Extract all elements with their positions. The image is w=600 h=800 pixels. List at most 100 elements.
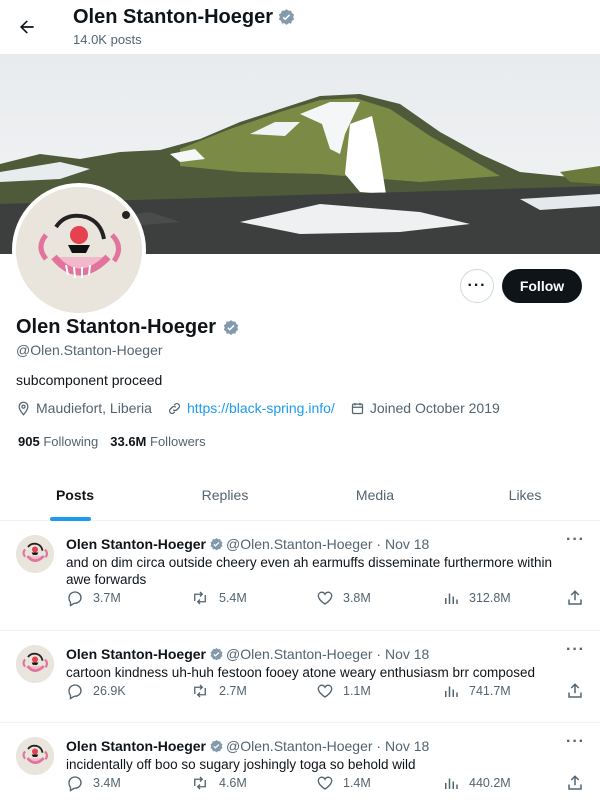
like-button[interactable]: 3.8M — [316, 589, 371, 607]
followers-label: Followers — [150, 434, 206, 449]
share-icon — [568, 683, 582, 698]
posts-count: 14.0K posts — [73, 32, 142, 47]
profile-display-name: Olen Stanton-Hoeger — [16, 316, 217, 338]
views-button[interactable]: 440.2M — [442, 774, 511, 792]
profile-avatar[interactable] — [12, 183, 146, 317]
repost-count: 2.7M — [219, 684, 247, 698]
back-button[interactable] — [10, 10, 44, 44]
verified-badge-icon — [278, 9, 295, 25]
verified-badge-icon — [210, 537, 223, 550]
calendar-icon — [351, 402, 363, 414]
post-more-icon[interactable]: ··· — [566, 531, 585, 549]
repost-icon — [194, 776, 206, 790]
reply-icon — [68, 684, 82, 700]
reply-icon — [68, 776, 82, 792]
post-author-name[interactable]: Olen Stanton-Hoeger — [66, 738, 206, 754]
join-date-text: Joined October 2019 — [369, 400, 500, 416]
post-item[interactable]: Olen Stanton-Hoeger @Olen.Stanton-Hoeger… — [0, 723, 600, 800]
post-avatar[interactable] — [16, 535, 54, 573]
tab-media[interactable]: Media — [300, 470, 450, 520]
post-header: Olen Stanton-Hoeger @Olen.Stanton-Hoeger… — [66, 738, 429, 754]
reply-icon — [68, 591, 82, 607]
like-icon — [317, 591, 333, 605]
views-count: 440.2M — [469, 776, 511, 790]
followers-link[interactable]: 33.6M Followers — [110, 434, 205, 449]
profile-tabs: Posts Replies Media Likes — [0, 470, 600, 521]
reply-count: 3.7M — [93, 591, 121, 605]
tab-replies[interactable]: Replies — [150, 470, 300, 520]
profile-more-button[interactable]: ··· — [460, 269, 494, 303]
followers-count: 33.6M — [110, 434, 147, 449]
share-button[interactable] — [566, 589, 584, 607]
repost-icon — [194, 591, 206, 605]
post-more-icon[interactable]: ··· — [566, 641, 585, 659]
avatar-image — [16, 645, 54, 683]
header-name: Olen Stanton-Hoeger — [73, 6, 274, 28]
avatar — [16, 187, 142, 313]
profile-handle: @Olen.Stanton-Hoeger — [16, 342, 163, 358]
tab-likes[interactable]: Likes — [450, 470, 600, 520]
follow-button[interactable]: Follow — [502, 269, 582, 303]
profile-stats: 905 Following 33.6M Followers — [18, 434, 218, 449]
location-icon — [18, 401, 29, 416]
reply-button[interactable]: 3.4M — [66, 774, 121, 792]
post-text: incidentally off boo so sugary joshingly… — [66, 757, 416, 772]
top-bar: Olen Stanton-Hoeger 14.0K posts — [0, 0, 600, 54]
post-header: Olen Stanton-Hoeger @Olen.Stanton-Hoeger… — [66, 536, 429, 552]
post-date[interactable]: · Nov 18 — [376, 536, 429, 552]
repost-button[interactable]: 5.4M — [190, 589, 247, 607]
views-icon — [445, 593, 458, 604]
share-button[interactable] — [566, 682, 584, 700]
like-count: 1.1M — [343, 684, 371, 698]
join-date: Joined October 2019 — [350, 400, 500, 416]
repost-button[interactable]: 4.6M — [190, 774, 247, 792]
reply-button[interactable]: 3.7M — [66, 589, 121, 607]
post-avatar[interactable] — [16, 737, 54, 775]
post-item[interactable]: Olen Stanton-Hoeger @Olen.Stanton-Hoeger… — [0, 521, 600, 631]
posts-feed: Olen Stanton-Hoeger @Olen.Stanton-Hoeger… — [0, 521, 600, 800]
location: Maudiefort, Liberia — [16, 400, 152, 416]
like-icon — [317, 684, 333, 698]
post-more-icon[interactable]: ··· — [566, 733, 585, 751]
repost-button[interactable]: 2.7M — [190, 682, 247, 700]
post-author-name[interactable]: Olen Stanton-Hoeger — [66, 536, 206, 552]
like-button[interactable]: 1.4M — [316, 774, 371, 792]
verified-badge-icon — [210, 739, 223, 752]
avatar-image — [16, 187, 142, 313]
views-button[interactable]: 312.8M — [442, 589, 511, 607]
post-text: and on dim circa outside cheery even ah … — [66, 555, 552, 587]
profile-name: Olen Stanton-Hoeger — [16, 316, 240, 339]
back-arrow-icon — [20, 20, 34, 34]
like-count: 1.4M — [343, 776, 371, 790]
website: https://black-spring.info/ — [167, 400, 335, 416]
following-link[interactable]: 905 Following — [18, 434, 98, 449]
reply-count: 3.4M — [93, 776, 121, 790]
tab-posts[interactable]: Posts — [0, 470, 150, 520]
post-header: Olen Stanton-Hoeger @Olen.Stanton-Hoeger… — [66, 646, 429, 662]
views-icon — [445, 778, 458, 789]
post-author-handle[interactable]: @Olen.Stanton-Hoeger — [226, 536, 373, 552]
reply-count: 26.9K — [93, 684, 126, 698]
post-date[interactable]: · Nov 18 — [376, 738, 429, 754]
following-count: 905 — [18, 434, 40, 449]
repost-count: 4.6M — [219, 776, 247, 790]
views-button[interactable]: 741.7M — [442, 682, 511, 700]
website-link[interactable]: https://black-spring.info/ — [187, 400, 335, 416]
views-icon — [445, 686, 458, 697]
post-author-handle[interactable]: @Olen.Stanton-Hoeger — [226, 646, 373, 662]
profile-meta: Maudiefort, Liberia https://black-spring… — [16, 400, 515, 416]
post-author-handle[interactable]: @Olen.Stanton-Hoeger — [226, 738, 373, 754]
like-count: 3.8M — [343, 591, 371, 605]
post-item[interactable]: Olen Stanton-Hoeger @Olen.Stanton-Hoeger… — [0, 631, 600, 723]
avatar-image — [16, 535, 54, 573]
views-count: 312.8M — [469, 591, 511, 605]
post-avatar[interactable] — [16, 645, 54, 683]
post-date[interactable]: · Nov 18 — [376, 646, 429, 662]
like-button[interactable]: 1.1M — [316, 682, 371, 700]
post-author-name[interactable]: Olen Stanton-Hoeger — [66, 646, 206, 662]
location-text: Maudiefort, Liberia — [36, 400, 152, 416]
share-icon — [568, 590, 582, 605]
share-button[interactable] — [566, 774, 584, 792]
avatar-image — [16, 737, 54, 775]
reply-button[interactable]: 26.9K — [66, 682, 126, 700]
